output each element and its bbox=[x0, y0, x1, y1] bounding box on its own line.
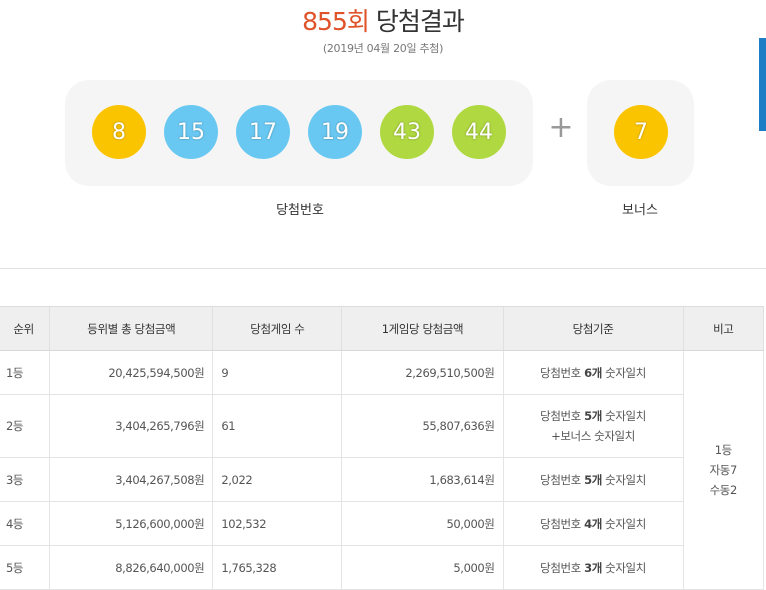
criteria-prefix: 당첨번호 bbox=[540, 472, 585, 487]
winner-count-cell: 2,022 bbox=[212, 457, 343, 502]
criteria-cell: 당첨번호 4개 숫자일치 bbox=[503, 501, 684, 546]
round-number: 855회 bbox=[302, 7, 370, 36]
prize-table: 순위 등위별 총 당첨금액 당첨게임 수 1게임당 당첨금액 당첨기준 비고 1… bbox=[0, 306, 765, 590]
criteria-match-count: 5개 bbox=[584, 409, 602, 423]
criteria-prefix: 당첨번호 bbox=[540, 409, 585, 423]
winner-count-cell: 1,765,328 bbox=[212, 545, 343, 590]
prize-per-game-cell: 50,000원 bbox=[341, 501, 504, 546]
draw-date: (2019년 04월 20일 추첨) bbox=[322, 42, 444, 55]
criteria-prefix: 당첨번호 bbox=[540, 516, 585, 531]
header-total-prize: 등위별 총 당첨금액 bbox=[49, 306, 214, 351]
table-row: 4등 5,126,600,000원 102,532 50,000원 당첨번호 4개 숫자… bbox=[0, 501, 764, 546]
note-cell: 1등자동7 수동2 bbox=[683, 350, 765, 590]
criteria-suffix: 숫자일치 bbox=[601, 365, 646, 380]
criteria-cell: 당첨번호 3개 숫자일치 bbox=[503, 545, 684, 590]
rank-cell: 5등 bbox=[0, 545, 51, 590]
side-tab[interactable] bbox=[759, 38, 766, 131]
note-line: 수동2 bbox=[709, 483, 738, 497]
criteria-prefix: 당첨번호 bbox=[540, 560, 585, 575]
prize-per-game-cell: 55,807,636원 bbox=[341, 394, 504, 458]
criteria-bonus-line: +보너스 숫자일치 bbox=[551, 429, 635, 443]
total-prize-cell: 8,826,640,000원 bbox=[49, 545, 214, 590]
criteria-match-count: 6개 bbox=[584, 365, 602, 380]
bonus-label: 보너스 bbox=[622, 203, 658, 218]
criteria-line: 당첨번호 5개 숫자일치 bbox=[512, 470, 675, 490]
criteria-suffix: 숫자일치 bbox=[601, 409, 646, 423]
note-line: 자동7 bbox=[709, 463, 738, 477]
winning-ball: 43 bbox=[380, 105, 434, 159]
header-prize-per-game: 1게임당 당첨금액 bbox=[341, 306, 504, 351]
rank-cell: 1등 bbox=[0, 350, 51, 395]
header-rank: 순위 bbox=[0, 306, 51, 351]
table-row: 5등 8,826,640,000원 1,765,328 5,000원 당첨번호 3개 숫… bbox=[0, 545, 764, 590]
winner-count-cell: 61 bbox=[212, 394, 343, 458]
prize-per-game-cell: 2,269,510,500원 bbox=[341, 350, 504, 395]
total-prize-cell: 3,404,265,796원 bbox=[49, 394, 214, 458]
winning-ball: 44 bbox=[452, 105, 506, 159]
total-prize-cell: 3,404,267,508원 bbox=[49, 457, 214, 502]
criteria-suffix: 숫자일치 bbox=[601, 472, 646, 487]
winning-numbers-label: 당첨번호 bbox=[276, 203, 324, 218]
note-line: 1등 bbox=[714, 443, 733, 457]
criteria-match-count: 4개 bbox=[584, 516, 602, 531]
criteria-suffix: 숫자일치 bbox=[601, 560, 646, 575]
header-winner-count: 당첨게임 수 bbox=[212, 306, 343, 351]
plus-icon: + bbox=[548, 110, 574, 145]
criteria-suffix: 숫자일치 bbox=[601, 516, 646, 531]
criteria-line: 당첨번호 3개 숫자일치 bbox=[512, 558, 675, 578]
rank-cell: 4등 bbox=[0, 501, 51, 546]
bonus-ball: 7 bbox=[614, 105, 668, 159]
criteria-line: 당첨번호 5개 숫자일치 bbox=[512, 406, 675, 426]
table-row: 1등 20,425,594,500원 9 2,269,510,500원 당첨번호 6개 … bbox=[0, 350, 765, 590]
criteria-line: 당첨번호 4개 숫자일치 bbox=[512, 514, 675, 534]
divider bbox=[0, 268, 766, 269]
criteria-cell: 당첨번호 5개 숫자일치 +보너스 숫자일치 bbox=[503, 394, 684, 458]
winner-count-cell: 9 bbox=[212, 350, 343, 395]
title-text: 당첨결과 bbox=[375, 7, 465, 36]
winning-ball: 17 bbox=[236, 105, 290, 159]
winning-ball: 15 bbox=[164, 105, 218, 159]
prize-per-game-cell: 1,683,614원 bbox=[341, 457, 504, 502]
result-title: 855회 당첨결과 bbox=[0, 2, 766, 38]
winner-count-cell: 102,532 bbox=[212, 501, 343, 546]
header-criteria: 당첨기준 bbox=[503, 306, 684, 351]
table-header-row: 순위 등위별 총 당첨금액 당첨게임 수 1게임당 당첨금액 당첨기준 비고 bbox=[0, 306, 765, 351]
winning-ball: 19 bbox=[308, 105, 362, 159]
total-prize-cell: 20,425,594,500원 bbox=[49, 350, 214, 395]
table-row: 2등 3,404,265,796원 61 55,807,636원 당첨번호 5개 숫자일… bbox=[0, 394, 764, 458]
rank-cell: 2등 bbox=[0, 394, 51, 458]
header-note: 비고 bbox=[683, 306, 765, 351]
criteria-cell: 당첨번호 5개 숫자일치 bbox=[503, 457, 684, 502]
criteria-line: 당첨번호 6개 숫자일치 bbox=[512, 363, 675, 383]
criteria-prefix: 당첨번호 bbox=[540, 365, 585, 380]
prize-per-game-cell: 5,000원 bbox=[341, 545, 504, 590]
winning-ball: 8 bbox=[92, 105, 146, 159]
total-prize-cell: 5,126,600,000원 bbox=[49, 501, 214, 546]
criteria-match-count: 3개 bbox=[584, 560, 602, 575]
criteria-cell: 당첨번호 6개 숫자일치 bbox=[503, 350, 684, 395]
table-row: 3등 3,404,267,508원 2,022 1,683,614원 당첨번호 5개 숫… bbox=[0, 457, 764, 502]
criteria-match-count: 5개 bbox=[584, 472, 602, 487]
rank-cell: 3등 bbox=[0, 457, 51, 502]
